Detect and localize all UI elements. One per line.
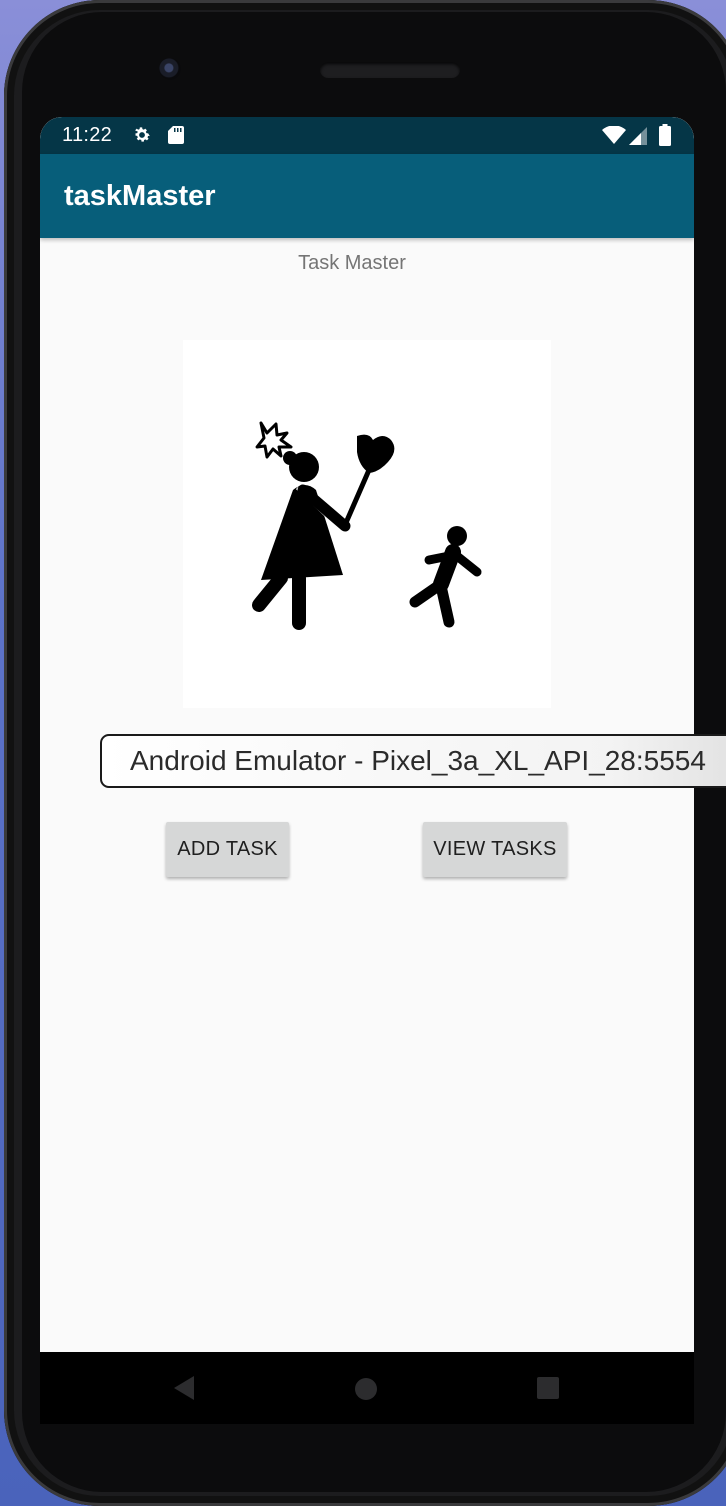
back-icon[interactable] xyxy=(172,1374,196,1407)
task-master-illustration xyxy=(183,340,551,708)
add-task-button[interactable]: ADD TASK xyxy=(166,822,289,877)
status-bar: 11:22 xyxy=(40,117,694,154)
emulator-tooltip: Android Emulator - Pixel_3a_XL_API_28:55… xyxy=(100,734,726,788)
page-subtitle: Task Master xyxy=(298,252,406,274)
mother-with-broom-chasing-child-icon xyxy=(252,421,482,630)
status-time: 11:22 xyxy=(62,124,113,146)
app-bar: taskMaster xyxy=(40,154,694,238)
wifi-icon xyxy=(602,125,626,149)
app-title: taskMaster xyxy=(64,180,216,212)
sd-card-icon xyxy=(167,125,185,150)
view-tasks-button[interactable]: VIEW TASKS xyxy=(423,822,567,877)
battery-icon xyxy=(659,124,671,151)
front-camera xyxy=(159,58,181,80)
gear-icon xyxy=(132,125,152,150)
navigation-bar xyxy=(40,1352,694,1424)
home-icon[interactable] xyxy=(354,1377,378,1406)
earpiece-speaker xyxy=(320,62,460,78)
recents-icon[interactable] xyxy=(537,1377,559,1404)
signal-icon xyxy=(629,127,647,150)
